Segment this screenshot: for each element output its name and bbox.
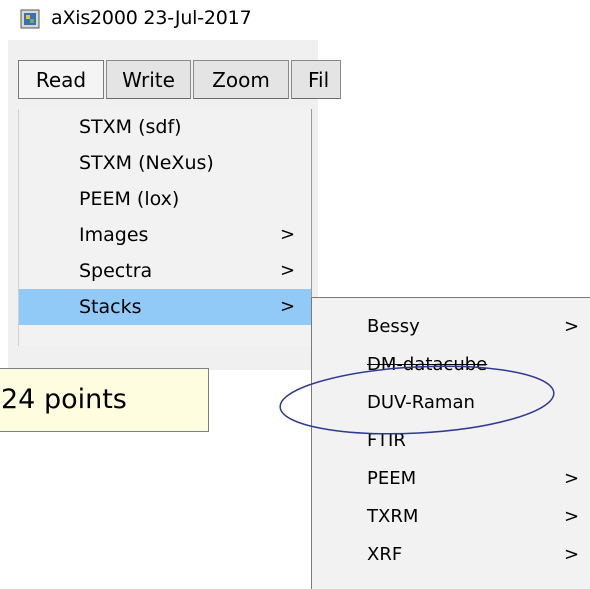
submenu-item-label: PEEM <box>367 468 417 489</box>
submenu-arrow-icon: > <box>280 224 296 245</box>
window-title: aXis2000 23-Jul-2017 <box>51 7 252 29</box>
submenu-arrow-icon: > <box>280 260 296 281</box>
title-bar: aXis2000 23-Jul-2017 <box>0 0 590 40</box>
menu-zoom[interactable]: Zoom <box>193 60 289 99</box>
menu-item-stxm-nexus[interactable]: STXM (NeXus) <box>19 145 311 181</box>
menu-item-label: Stacks <box>79 296 142 318</box>
menu-item-images[interactable]: Images > <box>19 217 311 253</box>
submenu-item-dm-datacube[interactable]: DM-datacube <box>312 346 590 384</box>
submenu-item-label: DUV-Raman <box>367 392 475 413</box>
submenu-item-label: Bessy <box>367 316 420 337</box>
submenu-item-ftir[interactable]: FTIR <box>312 422 590 460</box>
stacks-submenu: Bessy > DM-datacube DUV-Raman FTIR PEEM … <box>311 297 590 589</box>
submenu-item-label: TXRM <box>367 506 419 527</box>
annotation-callout: 24 points <box>0 368 209 432</box>
submenu-item-txrm[interactable]: TXRM > <box>312 498 590 536</box>
submenu-arrow-icon: > <box>564 506 580 527</box>
menu-file[interactable]: Fil <box>291 60 341 99</box>
menu-item-peem-lox[interactable]: PEEM (lox) <box>19 181 311 217</box>
submenu-item-xrf[interactable]: XRF > <box>312 536 590 574</box>
menu-item-label: Images <box>79 224 149 246</box>
submenu-arrow-icon: > <box>564 316 580 337</box>
menu-item-stacks[interactable]: Stacks > <box>19 289 311 325</box>
submenu-arrow-icon: > <box>564 544 580 565</box>
app-icon <box>20 9 40 29</box>
menu-item-spectra[interactable]: Spectra > <box>19 253 311 289</box>
submenu-item-bessy[interactable]: Bessy > <box>312 308 590 346</box>
menu-item-label: STXM (NeXus) <box>79 152 214 174</box>
menu-item-label: STXM (sdf) <box>79 116 182 138</box>
read-dropdown-menu: STXM (sdf) STXM (NeXus) PEEM (lox) Image… <box>18 109 312 346</box>
submenu-arrow-icon: > <box>564 468 580 489</box>
submenu-item-label: DM-datacube <box>367 354 488 375</box>
menu-write[interactable]: Write <box>106 60 191 99</box>
submenu-item-label: XRF <box>367 544 403 565</box>
submenu-item-peem[interactable]: PEEM > <box>312 460 590 498</box>
menu-item-label: Spectra <box>79 260 153 282</box>
submenu-item-duv-raman[interactable]: DUV-Raman <box>312 384 590 422</box>
menu-item-stxm-sdf[interactable]: STXM (sdf) <box>19 109 311 145</box>
menu-item-label: PEEM (lox) <box>79 188 180 210</box>
submenu-item-label: FTIR <box>367 430 406 451</box>
menu-read[interactable]: Read <box>18 60 104 99</box>
submenu-arrow-icon: > <box>280 296 296 317</box>
